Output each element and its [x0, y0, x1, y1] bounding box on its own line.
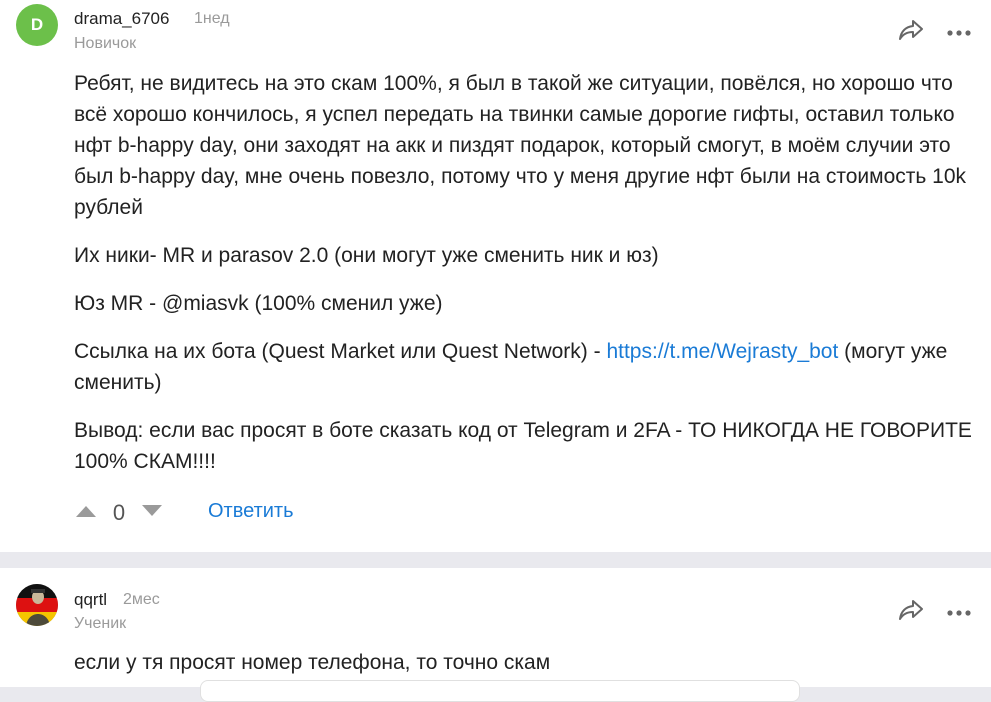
share-icon[interactable]	[897, 18, 925, 47]
comment-paragraph: Вывод: если вас просят в боте сказать ко…	[74, 419, 972, 473]
comment-paragraph: Их ники- MR и parasov 2.0 (они могут уже…	[74, 244, 659, 267]
downvote-icon[interactable]	[140, 504, 164, 523]
more-icon[interactable]	[946, 24, 972, 42]
avatar[interactable]	[16, 584, 58, 626]
author-rank: Новичок	[74, 35, 137, 52]
vote-count: 0	[112, 500, 126, 525]
author-name[interactable]: drama_6706	[74, 9, 169, 29]
comment-body: если у тя просят номер телефона, то точн…	[74, 651, 551, 674]
bot-link[interactable]: https://t.me/Wejrasty_bot	[606, 340, 838, 363]
comment-paragraph: Юз MR - @miasvk (100% сменил уже)	[74, 292, 443, 315]
reply-button[interactable]: Ответить	[208, 500, 294, 523]
author-name[interactable]: qqrtl	[74, 590, 107, 610]
upvote-icon[interactable]	[74, 504, 98, 523]
comment-body: Ребят, не видитесь на это скам 100%, я б…	[74, 68, 986, 494]
share-icon[interactable]	[897, 598, 925, 627]
comment-paragraph: Ссылка на их бота (Quest Market или Ques…	[74, 336, 986, 398]
avatar-image	[16, 584, 58, 626]
more-icon[interactable]	[946, 604, 972, 622]
comment-card: D drama_6706 1нед Новичок Ребят, не види…	[0, 0, 991, 552]
avatar[interactable]: D	[16, 4, 58, 46]
comment-time: 2мес	[123, 591, 160, 608]
comment-time: 1нед	[194, 10, 230, 27]
comment-paragraph: Ребят, не видитесь на это скам 100%, я б…	[74, 72, 967, 219]
floating-panel	[200, 680, 800, 702]
comment-card: qqrtl 2мес Ученик если у тя просят номер…	[0, 568, 991, 687]
paragraph-text: Ссылка на их бота (Quest Market или Ques…	[74, 340, 607, 363]
vote-controls: 0	[74, 498, 164, 528]
author-rank: Ученик	[74, 615, 127, 632]
